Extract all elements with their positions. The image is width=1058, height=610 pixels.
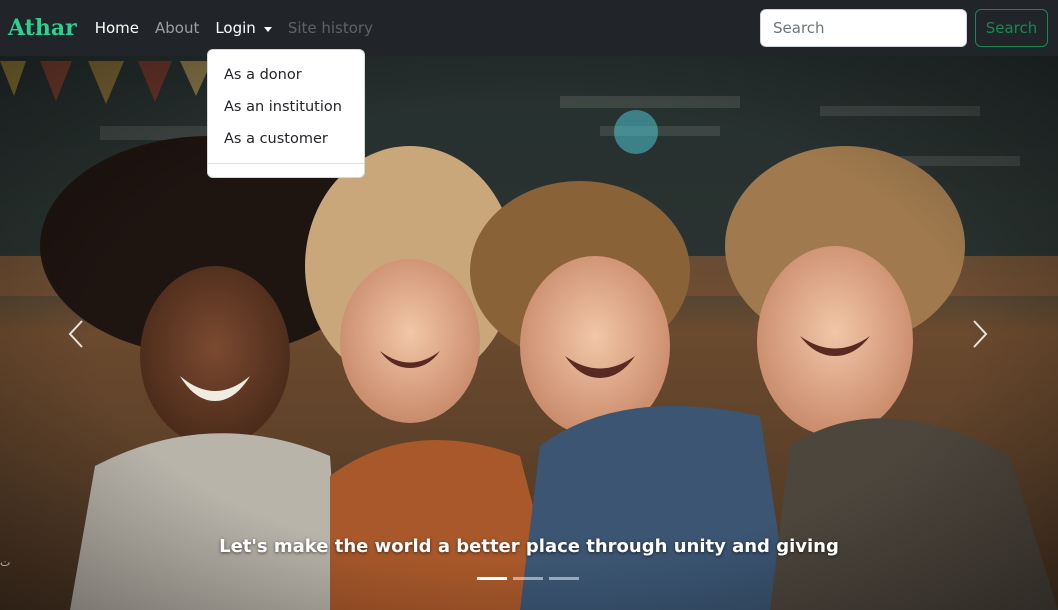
carousel-indicator-3[interactable] [549,577,579,580]
caret-down-icon [263,26,272,32]
carousel-caption: Let's make the world a better place thro… [219,536,839,557]
nav-link-about[interactable]: About [155,19,199,37]
search-button[interactable]: Search [975,9,1048,47]
hero-image [0,56,1058,610]
search-form: Search [760,9,1048,47]
dropdown-item-institution[interactable]: As an institution [208,91,364,123]
search-input[interactable] [760,9,967,47]
carousel-indicators [477,577,585,580]
chevron-left-icon [68,320,83,348]
side-mark: ت [0,556,11,569]
chevron-right-icon [973,320,988,348]
login-label: Login [215,19,256,37]
nav-dropdown-login[interactable]: Login [215,19,272,37]
login-dropdown-menu: As a donor As an institution As a custom… [207,49,365,178]
dropdown-item-customer[interactable]: As a customer [208,123,364,155]
carousel-next-button[interactable] [950,304,1010,364]
carousel-prev-button[interactable] [46,304,106,364]
hero-carousel: ت Let's make the world a better place th… [0,56,1058,610]
dropdown-item-donor[interactable]: As a donor [208,59,364,91]
carousel-indicator-2[interactable] [513,577,543,580]
navbar: Athar Home About Login Site history Sear… [0,0,1058,56]
nav-link-site-history: Site history [287,19,373,37]
nav-link-home[interactable]: Home [95,19,139,37]
dropdown-divider [208,163,364,164]
brand-logo[interactable]: Athar [8,15,77,41]
carousel-indicator-1[interactable] [477,577,507,580]
